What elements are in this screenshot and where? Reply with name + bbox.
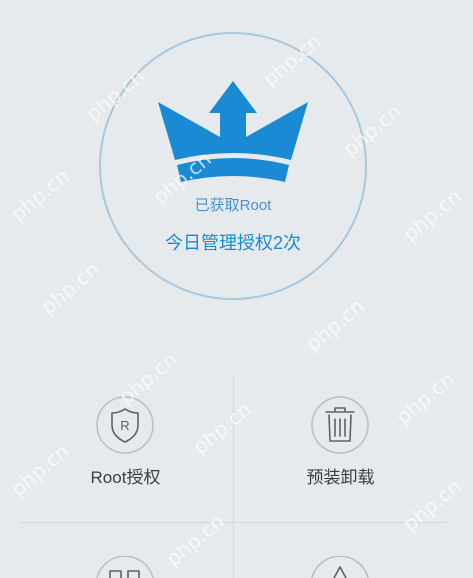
trash-icon <box>311 396 369 454</box>
star-glyph <box>333 566 347 578</box>
grid-item-apps[interactable] <box>18 523 233 578</box>
grid-item-label: 预装卸载 <box>306 468 375 487</box>
watermark-text: php.cn <box>398 183 466 247</box>
shield-letter: R <box>120 418 129 433</box>
icon-ring <box>96 556 154 578</box>
watermark-text: php.cn <box>36 256 104 320</box>
grid-item-label: Root授权 <box>90 468 161 487</box>
grid-item-root-auth[interactable]: R Root授权 <box>18 376 233 522</box>
apps-grid-icon <box>96 556 154 578</box>
shield-r-icon: R <box>96 396 154 454</box>
crown-body <box>158 81 308 160</box>
crown-base <box>177 158 289 182</box>
auth-summary-text: 今日管理授权2次 <box>164 233 301 253</box>
crown-icon <box>158 81 308 182</box>
app-screen: 已获取Root 今日管理授权2次 R Root授权 预装卸载 php.cn ph… <box>0 0 473 578</box>
watermark-text: php.cn <box>6 163 74 227</box>
trash-glyph <box>325 407 355 442</box>
watermark-text: php.cn <box>301 293 369 357</box>
grid-item-preinstall-uninstall[interactable]: 预装卸载 <box>234 376 447 522</box>
star-icon <box>311 556 369 578</box>
root-status-text: 已获取Root <box>194 197 272 214</box>
grid-item-star[interactable] <box>234 523 447 578</box>
apps-grid-glyph <box>109 570 140 578</box>
